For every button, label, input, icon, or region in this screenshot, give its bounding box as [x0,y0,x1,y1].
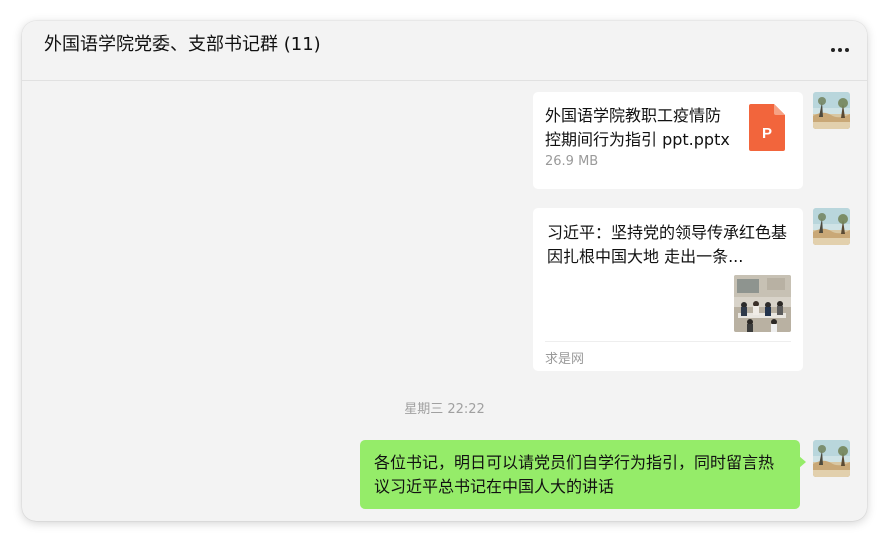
avatar-image [813,92,850,129]
chat-header: 外国语学院党委、支部书记群 (11) [22,21,867,81]
article-thumbnail [734,275,791,332]
more-options-button[interactable] [827,37,853,63]
avatar[interactable] [813,92,850,129]
avatar[interactable] [813,440,850,477]
avatar-image [813,440,850,477]
pptx-file-icon: P [749,104,785,151]
text-message[interactable]: 各位书记，明日可以请党员们自学行为指引，同时留言热议习近平总书记在中国人大的讲话 [360,440,806,509]
message-timestamp: 星期三 22:22 [404,402,485,417]
more-horizontal-icon [831,48,835,52]
file-size: 26.9 MB [545,154,599,169]
file-message[interactable]: 外国语学院教职工疫情防控期间行为指引 ppt.pptx 26.9 MB P [533,92,803,189]
article-title: 习近平：坚持党的领导传承红色基因扎根中国大地 走出一条... [547,223,788,266]
article-source: 求是网 [545,352,585,367]
avatar[interactable] [813,208,850,245]
file-icon-letter: P [762,125,772,142]
article-divider [545,341,791,342]
article-thumbnail-image [734,275,791,332]
text-message-content: 各位书记，明日可以请党员们自学行为指引，同时留言热议习近平总书记在中国人大的讲话 [374,453,775,496]
chat-title: 外国语学院党委、支部书记群 (11) [44,34,321,55]
chat-window: 外国语学院党委、支部书记群 (11) 外国语学院教职工疫情防控期间行为指引 pp… [22,21,867,521]
article-message[interactable]: 习近平：坚持党的领导传承红色基因扎根中国大地 走出一条... 求是网 [533,208,803,371]
avatar-image [813,208,850,245]
file-name: 外国语学院教职工疫情防控期间行为指引 ppt.pptx [545,106,730,149]
